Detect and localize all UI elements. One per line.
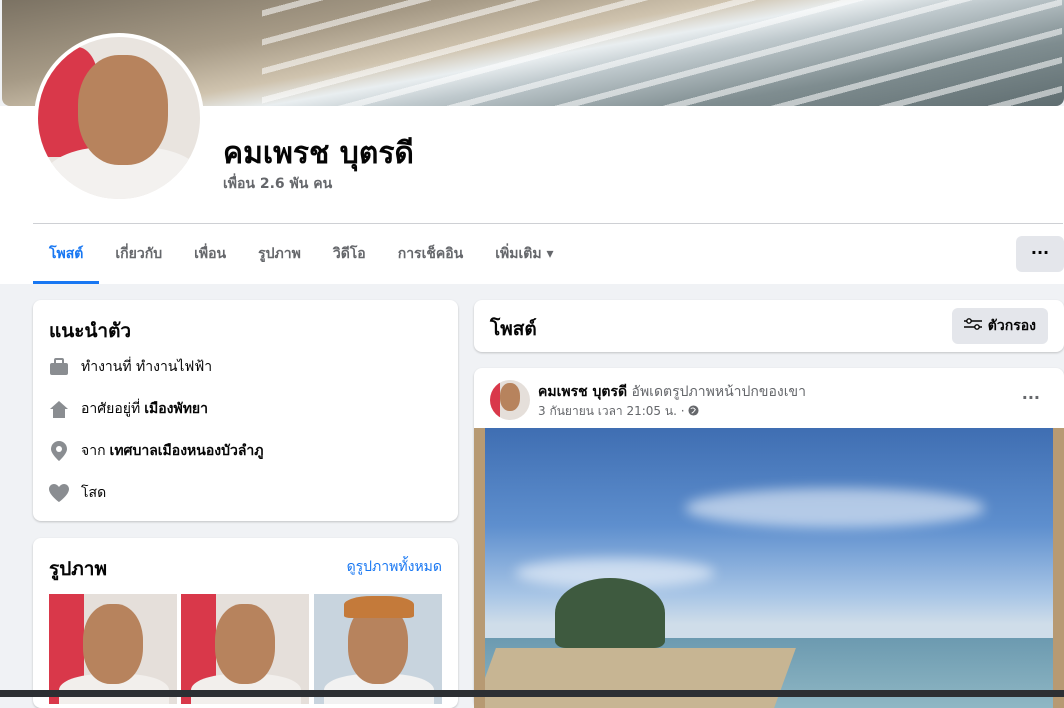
heart-icon [49, 483, 69, 503]
tab-posts[interactable]: โพสต์ [33, 230, 100, 284]
filter-icon [963, 317, 982, 335]
see-all-photos-link[interactable]: ดูรูปภาพทั้งหมด [347, 556, 442, 578]
profile-name: คมเพรช บุตรดี [223, 136, 414, 171]
post-card: คมเพรช บุตรดี อัพเดตรูปภาพหน้าปกของเขา 3… [474, 368, 1064, 708]
intro-title: แนะนำตัว [49, 320, 132, 342]
profile-tabs: โพสต์ เกี่ยวกับ เพื่อน รูปภาพ วิดีโอ การ… [33, 230, 569, 284]
header-divider [33, 223, 1063, 224]
taskbar-strip [0, 690, 1064, 697]
photo-sand [485, 648, 796, 708]
post-options-icon[interactable]: ··· [1022, 388, 1040, 407]
intro-card: แนะนำตัว ทำงานที่ ทำงานไฟฟ้า อาศัยอยู่ที… [33, 300, 458, 521]
info-row-lives: อาศัยอยู่ที่ เมืองพัทยา [49, 398, 208, 420]
posts-header-card: โพสต์ ตัวกรอง [474, 300, 1064, 352]
info-row-from: จาก เทศบาลเมืองหนองบัวลำภู [49, 440, 264, 462]
thumb-face [83, 604, 143, 684]
post-photo-scene [485, 428, 1053, 708]
pav-face [500, 383, 520, 411]
pav-pillow [490, 380, 500, 420]
thumb-face [215, 604, 275, 684]
cover-waves [262, 0, 1062, 106]
photo-thumbnail[interactable] [314, 594, 442, 704]
tab-more[interactable]: เพิ่มเติม ▾ [479, 230, 569, 278]
post-timestamp[interactable]: 3 กันยายน เวลา 21:05 น. · [538, 404, 685, 418]
info-row-work: ทำงานที่ ทำงานไฟฟ้า [49, 356, 212, 378]
info-row-relationship: โสด [49, 482, 106, 504]
post-author-line: คมเพรช บุตรดี อัพเดตรูปภาพหน้าปกของเขา [538, 381, 806, 403]
photos-title: รูปภาพ [49, 558, 107, 580]
tab-photos[interactable]: รูปภาพ [242, 230, 317, 278]
globe-icon [688, 404, 699, 418]
photo-cloud [685, 488, 985, 528]
posts-title: โพสต์ [490, 318, 537, 340]
briefcase-icon [49, 357, 69, 377]
post-meta: 3 กันยายน เวลา 21:05 น. · [538, 402, 699, 421]
more-options-button[interactable]: ··· [1016, 236, 1064, 272]
post-action: อัพเดตรูปภาพหน้าปกของเขา [631, 384, 806, 400]
avatar-face [78, 55, 168, 165]
tab-videos[interactable]: วิดีโอ [317, 230, 382, 278]
post-author-avatar[interactable] [490, 380, 530, 420]
post-author-name[interactable]: คมเพรช บุตรดี [538, 384, 627, 400]
tab-checkins[interactable]: การเช็คอิน [382, 230, 480, 278]
tab-friends[interactable]: เพื่อน [178, 230, 242, 278]
thumb-cap [344, 596, 414, 618]
photo-thumbnail[interactable] [181, 594, 309, 704]
tab-about[interactable]: เกี่ยวกับ [99, 230, 178, 278]
filter-button[interactable]: ตัวกรอง [951, 308, 1048, 344]
photo-trees [555, 578, 665, 648]
friends-count[interactable]: เพื่อน 2.6 พัน คน [223, 173, 332, 195]
profile-avatar[interactable] [34, 33, 204, 203]
post-photo[interactable] [474, 428, 1064, 708]
photos-card: รูปภาพ ดูรูปภาพทั้งหมด [33, 538, 458, 708]
photo-thumbnail[interactable] [49, 594, 177, 704]
home-icon [49, 399, 69, 419]
location-pin-icon [49, 441, 69, 461]
